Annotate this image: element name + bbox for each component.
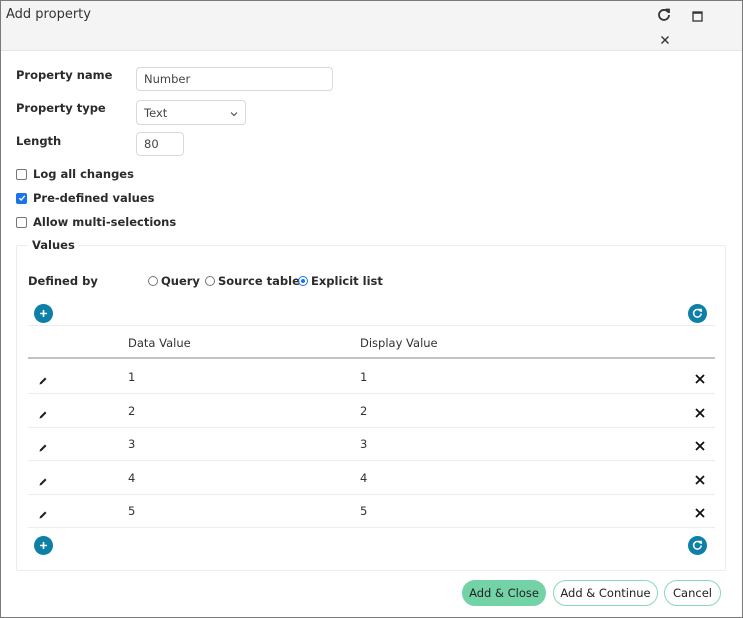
edit-pencil-icon[interactable]: [38, 472, 48, 485]
radio-label: Explicit list: [311, 274, 383, 288]
toolbar-divider: [28, 325, 715, 326]
checkbox-label: Allow multi-selections: [33, 215, 177, 229]
table-row: 11: [28, 360, 715, 393]
add-row-button-top[interactable]: [34, 304, 53, 323]
radio-button-selected[interactable]: [298, 276, 308, 286]
data-value-cell: 2: [128, 403, 136, 418]
pre-defined-values-checkbox[interactable]: Pre-defined values: [16, 191, 154, 205]
delete-x-icon[interactable]: [694, 404, 706, 418]
data-value-cell: 1: [128, 370, 136, 384]
dialog-title: Add property: [6, 7, 91, 22]
property-name-input[interactable]: Number: [136, 67, 333, 91]
property-type-label: Property type: [16, 101, 106, 115]
add-and-continue-button[interactable]: Add & Continue: [553, 580, 658, 606]
property-name-label: Property name: [16, 68, 113, 82]
refresh-icon[interactable]: [657, 8, 671, 22]
radio-label: Query: [161, 274, 200, 288]
table-row: 33: [28, 427, 715, 460]
checkbox-box[interactable]: [16, 216, 27, 228]
refresh-icon: [692, 308, 702, 318]
display-value-cell: 5: [360, 504, 368, 518]
values-legend: Values: [28, 238, 79, 252]
property-type-select[interactable]: Text: [136, 100, 246, 125]
edit-pencil-icon[interactable]: [38, 505, 48, 519]
column-header-data-value: Data Value: [128, 336, 191, 350]
length-input[interactable]: 80: [136, 132, 184, 156]
add-and-close-button[interactable]: Add & Close: [462, 580, 546, 606]
checkbox-label: Log all changes: [33, 167, 134, 181]
table-row: 55: [28, 494, 715, 527]
add-row-button-bottom[interactable]: [34, 536, 53, 555]
checkbox-label: Pre-defined values: [33, 191, 155, 205]
delete-x-icon[interactable]: [694, 437, 706, 451]
property-name-value: Number: [144, 72, 191, 86]
delete-x-icon[interactable]: [694, 471, 706, 485]
cancel-button[interactable]: Cancel: [664, 580, 721, 606]
header-divider: [28, 357, 715, 359]
display-value-cell: 4: [360, 470, 368, 485]
plus-icon: [40, 542, 47, 549]
allow-multi-selections-checkbox[interactable]: Allow multi-selections: [16, 215, 176, 229]
log-all-changes-checkbox[interactable]: Log all changes: [16, 167, 134, 181]
plus-icon: [40, 310, 47, 317]
radio-source-table[interactable]: Source table: [205, 274, 300, 288]
refresh-icon: [692, 540, 702, 550]
row-divider: [28, 527, 715, 528]
table-row: 44: [28, 461, 715, 494]
checkbox-box-checked[interactable]: [16, 192, 27, 204]
checkbox-box[interactable]: [16, 168, 27, 180]
display-value-cell: 3: [360, 437, 368, 451]
display-value-cell: 1: [360, 370, 368, 384]
edit-pencil-icon[interactable]: [38, 371, 48, 385]
property-type-value: Text: [144, 105, 168, 120]
edit-pencil-icon[interactable]: [38, 438, 48, 452]
edit-pencil-icon[interactable]: [38, 405, 48, 418]
radio-query[interactable]: Query: [148, 274, 200, 288]
refresh-button-bottom[interactable]: [688, 536, 707, 555]
chevron-down-icon: [230, 106, 238, 120]
defined-by-label: Defined by: [28, 274, 98, 288]
display-value-cell: 2: [360, 403, 368, 418]
check-icon: [18, 195, 25, 202]
close-icon[interactable]: [658, 33, 672, 47]
data-value-cell: 3: [128, 437, 136, 451]
radio-label: Source table: [218, 274, 300, 288]
length-value: 80: [144, 137, 159, 151]
radio-button[interactable]: [205, 276, 215, 286]
refresh-button-top[interactable]: [688, 304, 707, 323]
radio-explicit-list[interactable]: Explicit list: [298, 274, 383, 288]
delete-x-icon[interactable]: [694, 504, 706, 518]
delete-x-icon[interactable]: [694, 370, 706, 384]
data-value-cell: 5: [128, 504, 136, 518]
column-header-display-value: Display Value: [360, 336, 438, 350]
maximize-icon[interactable]: [690, 9, 704, 23]
table-row: 22: [28, 394, 715, 427]
length-label: Length: [16, 134, 62, 148]
data-value-cell: 4: [128, 470, 136, 485]
radio-button[interactable]: [148, 276, 158, 286]
title-bar: Add property: [1, 1, 742, 51]
